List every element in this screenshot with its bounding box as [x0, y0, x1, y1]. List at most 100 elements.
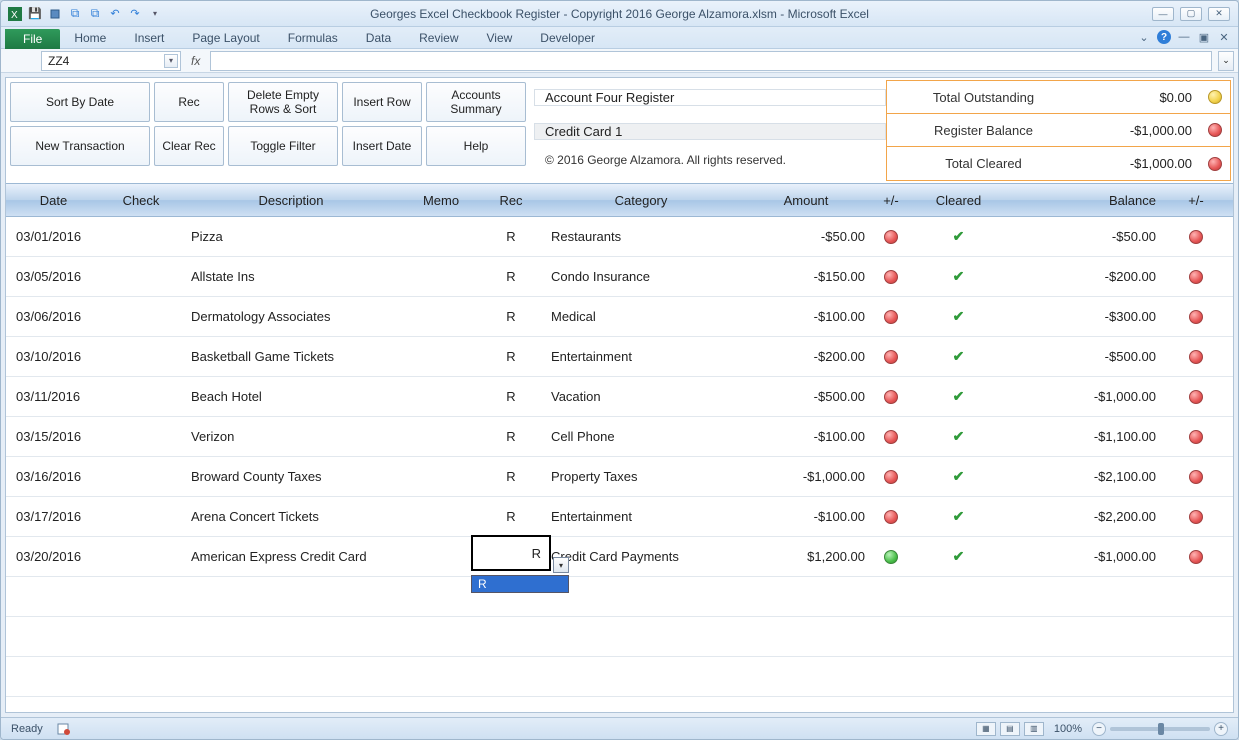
tab-data[interactable]: Data: [352, 28, 405, 48]
cell-date[interactable]: 03/01/2016: [6, 229, 101, 244]
table-row[interactable]: 03/11/2016Beach HotelRVacation-$500.00✔-…: [6, 377, 1233, 417]
table-row[interactable]: 03/15/2016VerizonRCell Phone-$100.00✔-$1…: [6, 417, 1233, 457]
name-box-dropdown-icon[interactable]: ▾: [164, 54, 178, 68]
cell-rec[interactable]: R: [481, 389, 541, 404]
cell-rec[interactable]: R: [481, 549, 541, 564]
formula-bar[interactable]: [210, 51, 1212, 71]
cell-category[interactable]: Property Taxes: [541, 469, 741, 484]
cell-balance[interactable]: -$200.00: [1006, 269, 1176, 284]
cell-description[interactable]: Allstate Ins: [181, 269, 401, 284]
workbook-minimize-icon[interactable]: —: [1176, 29, 1192, 45]
table-row[interactable]: 03/16/2016 Broward County Taxes RProperty …: [6, 457, 1233, 497]
table-row-empty[interactable]: [6, 657, 1233, 697]
cell-category[interactable]: Condo Insurance: [541, 269, 741, 284]
header-category[interactable]: Category: [541, 193, 741, 208]
header-date[interactable]: Date: [6, 193, 101, 208]
grid-body[interactable]: 03/01/2016PizzaRRestaurants-$50.00✔-$50.…: [6, 217, 1233, 712]
cell-dropdown-list[interactable]: R: [471, 575, 569, 593]
header-rec[interactable]: Rec: [481, 193, 541, 208]
cell-rec[interactable]: R: [481, 429, 541, 444]
table-row-empty[interactable]: [6, 577, 1233, 617]
insert-row-button[interactable]: Insert Row: [342, 82, 422, 122]
table-row[interactable]: 03/20/2016American Express Credit CardRC…: [6, 537, 1233, 577]
cell-rec[interactable]: R: [481, 269, 541, 284]
maximize-button[interactable]: ▢: [1180, 7, 1202, 21]
cell-description[interactable]: Arena Concert Tickets: [181, 509, 401, 524]
header-check[interactable]: Check: [101, 193, 181, 208]
cell-date[interactable]: 03/11/2016: [6, 389, 101, 404]
table-row[interactable]: 03/06/2016Dermatology AssociatesRMedical…: [6, 297, 1233, 337]
header-description[interactable]: Description: [181, 193, 401, 208]
formula-bar-expand-icon[interactable]: ⌄: [1218, 51, 1234, 71]
name-box[interactable]: ZZ4 ▾: [41, 51, 181, 71]
cell-balance[interactable]: -$50.00: [1006, 229, 1176, 244]
cell-amount[interactable]: -$1,000.00: [741, 469, 871, 484]
save-icon[interactable]: 💾: [27, 6, 43, 22]
qat-icon-2[interactable]: ⧉: [67, 6, 83, 22]
zoom-slider-thumb[interactable]: [1158, 723, 1164, 735]
cell-balance[interactable]: -$300.00: [1006, 309, 1176, 324]
cell-description[interactable]: Broward County Taxes: [181, 469, 401, 484]
cell-amount[interactable]: -$100.00: [741, 309, 871, 324]
tab-insert[interactable]: Insert: [120, 28, 178, 48]
cell-category[interactable]: Restaurants: [541, 229, 741, 244]
cell-rec[interactable]: R: [481, 229, 541, 244]
fx-icon[interactable]: fx: [191, 54, 200, 68]
cell-description[interactable]: Beach Hotel: [181, 389, 401, 404]
cell-balance[interactable]: -$500.00: [1006, 349, 1176, 364]
cell-date[interactable]: 03/16/2016: [6, 469, 101, 484]
table-row[interactable]: 03/01/2016PizzaRRestaurants-$50.00✔-$50.…: [6, 217, 1233, 257]
cell-category[interactable]: Entertainment: [541, 349, 741, 364]
header-balance[interactable]: Balance: [1006, 193, 1176, 208]
header-cleared[interactable]: Cleared: [911, 193, 1006, 208]
table-row[interactable]: 03/10/2016Basketball Game TicketsREntert…: [6, 337, 1233, 377]
tab-review[interactable]: Review: [405, 28, 472, 48]
cell-amount[interactable]: -$100.00: [741, 429, 871, 444]
cell-dropdown-button[interactable]: ▾: [553, 557, 569, 573]
zoom-out-button[interactable]: −: [1092, 722, 1106, 736]
cell-rec[interactable]: R: [481, 349, 541, 364]
qat-dropdown-icon[interactable]: ▾: [147, 6, 163, 22]
tab-page-layout[interactable]: Page Layout: [178, 28, 273, 48]
ribbon-minimize-icon[interactable]: ⌄: [1136, 29, 1152, 45]
cell-category[interactable]: Credit Card Payments: [541, 549, 741, 564]
clear-rec-button[interactable]: Clear Rec: [154, 126, 224, 166]
file-tab[interactable]: File: [5, 29, 60, 49]
redo-icon[interactable]: ↷: [127, 6, 143, 22]
cell-rec[interactable]: R: [481, 469, 541, 484]
table-row[interactable]: 03/17/2016 Arena Concert Tickets REntertai…: [6, 497, 1233, 537]
cell-date[interactable]: 03/15/2016: [6, 429, 101, 444]
qat-icon-3[interactable]: ⧉: [87, 6, 103, 22]
sort-by-date-button[interactable]: Sort By Date: [10, 82, 150, 122]
cell-date[interactable]: 03/10/2016: [6, 349, 101, 364]
view-normal-button[interactable]: ▦: [976, 722, 996, 736]
table-row[interactable]: 03/05/2016 Allstate Ins RCondo Insurance -$…: [6, 257, 1233, 297]
undo-icon[interactable]: ↶: [107, 6, 123, 22]
zoom-slider[interactable]: [1110, 727, 1210, 731]
new-transaction-button[interactable]: New Transaction: [10, 126, 150, 166]
cell-balance[interactable]: -$1,000.00: [1006, 389, 1176, 404]
minimize-button[interactable]: —: [1152, 7, 1174, 21]
cell-category[interactable]: Cell Phone: [541, 429, 741, 444]
cell-category[interactable]: Medical: [541, 309, 741, 324]
cell-description[interactable]: Verizon: [181, 429, 401, 444]
cell-amount[interactable]: -$500.00: [741, 389, 871, 404]
cell-description[interactable]: Dermatology Associates: [181, 309, 401, 324]
cell-amount[interactable]: -$50.00: [741, 229, 871, 244]
qat-icon-1[interactable]: [47, 6, 63, 22]
close-button[interactable]: ✕: [1208, 7, 1230, 21]
cell-description[interactable]: American Express Credit Card: [181, 549, 401, 564]
cell-rec[interactable]: R: [481, 509, 541, 524]
workbook-restore-icon[interactable]: ▣: [1196, 29, 1212, 45]
header-amount[interactable]: Amount: [741, 193, 871, 208]
cell-balance[interactable]: -$2,100.00: [1006, 469, 1176, 484]
tab-developer[interactable]: Developer: [526, 28, 609, 48]
cell-category[interactable]: Entertainment: [541, 509, 741, 524]
cell-balance[interactable]: -$1,100.00: [1006, 429, 1176, 444]
tab-formulas[interactable]: Formulas: [274, 28, 352, 48]
header-pm1[interactable]: +/-: [871, 193, 911, 208]
view-page-layout-button[interactable]: ▤: [1000, 722, 1020, 736]
cell-date[interactable]: 03/17/2016: [6, 509, 101, 524]
cell-date[interactable]: 03/05/2016: [6, 269, 101, 284]
cell-balance[interactable]: -$1,000.00: [1006, 549, 1176, 564]
